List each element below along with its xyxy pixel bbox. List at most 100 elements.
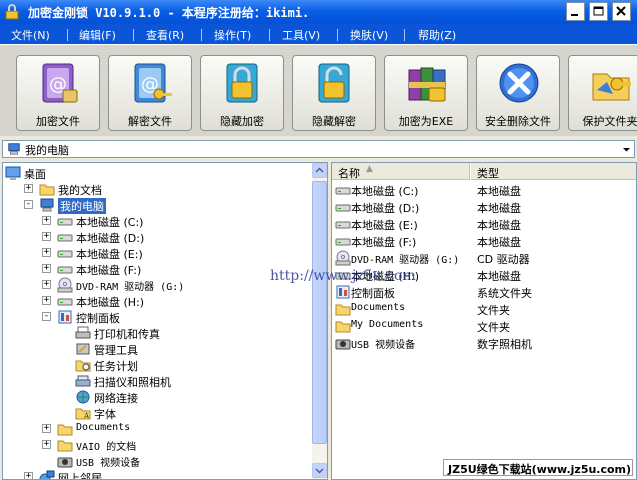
tree-item-label: Documents [76,422,131,433]
menu-separator [337,29,338,41]
list-item-name: 本地磁盘 (F:) [351,236,417,249]
list-item-type: 系统文件夹 [477,287,532,300]
address-dropdown-button[interactable] [619,141,634,157]
menu-action[interactable]: 操作(T) [214,27,251,43]
list-item-name: Documents [351,302,406,313]
list-item[interactable]: 本地磁盘 (D:) 本地磁盘 [332,199,636,215]
protect-folder-label: 保护文件夹 [582,115,637,128]
collapse-icon[interactable]: - [42,312,51,321]
chevron-up-icon [315,167,324,173]
menu-view[interactable]: 查看(R) [146,27,184,43]
menu-separator [67,29,68,41]
encrypt-exe-label: 加密为EXE [398,115,454,128]
list-item-type: 本地磁盘 [477,219,521,232]
expand-icon[interactable]: + [42,248,51,257]
toolbar: @ 加密文件 @ 解密文件 隐藏加密 隐藏解密 加密为EXE 安全删除文件 保护… [0,44,637,136]
column-header-type[interactable]: 类型 [471,163,636,180]
tree-item-label: 任务计划 [94,360,138,373]
encrypt-file-button[interactable]: @ 加密文件 [16,55,100,131]
tree-item-label: 本地磁盘 (D:) [76,232,145,245]
decrypt-file-label: 解密文件 [128,115,172,128]
column-type-label: 类型 [477,167,499,180]
control-panel-icon [336,285,350,299]
list-item[interactable]: My Documents 文件夹 [332,318,636,334]
list-item-type: 文件夹 [477,321,510,334]
drive-icon [335,187,351,195]
tree-item-label: 扫描仪和照相机 [94,376,171,389]
hide-decrypt-button[interactable]: 隐藏解密 [292,55,376,131]
list-item[interactable]: 本地磁盘 (C:) 本地磁盘 [332,182,636,198]
scroll-down-button[interactable] [312,463,327,478]
encrypt-file-label: 加密文件 [36,115,80,128]
scroll-up-button[interactable] [312,163,327,178]
tree-item-label: 打印机和传真 [94,328,160,341]
close-button[interactable] [612,2,631,21]
desktop-icon [5,166,21,180]
close-icon [616,6,626,16]
decrypt-file-icon: @ [134,63,172,103]
hide-encrypt-label: 隐藏加密 [220,115,264,128]
drive-icon [335,221,351,229]
scanner-icon [75,375,91,387]
tree-item-label: 本地磁盘 (H:) [76,296,145,309]
expand-icon[interactable]: + [42,216,51,225]
list-item[interactable]: USB 视频设备 数字照相机 [332,335,636,351]
menu-skin[interactable]: 换肤(V) [350,27,388,43]
list-item-name: 本地磁盘 (C:) [351,185,419,198]
list-item[interactable]: Documents 文件夹 [332,301,636,317]
menu-edit[interactable]: 编辑(F) [79,27,116,43]
expand-icon[interactable]: + [24,184,33,193]
menu-help[interactable]: 帮助(Z) [418,27,456,43]
maximize-button[interactable] [589,2,608,21]
collapse-icon[interactable]: - [24,200,33,209]
hide-encrypt-button[interactable]: 隐藏加密 [200,55,284,131]
expand-icon[interactable]: + [24,472,33,479]
expand-icon[interactable]: + [42,424,51,433]
list-item-type: 数字照相机 [477,338,532,351]
list-item-name: My Documents [351,319,424,330]
menu-file[interactable]: 文件(N) [11,27,50,43]
expand-icon[interactable]: + [42,296,51,305]
address-value: 我的电脑 [25,144,69,157]
tree-scrollbar[interactable] [312,163,327,479]
task-folder-icon [75,360,91,372]
network-places-icon [39,470,55,479]
list-item-type: 本地磁盘 [477,185,521,198]
watermark-url: http://www.jz5u.com [270,268,416,284]
list-item-type: 本地磁盘 [477,236,521,249]
drive-icon [335,204,351,212]
drive-icon [57,218,73,226]
list-item[interactable]: 本地磁盘 (E:) 本地磁盘 [332,216,636,232]
expand-icon[interactable]: + [42,440,51,449]
column-name-label: 名称 [338,167,360,180]
list-item[interactable]: 控制面板 系统文件夹 [332,284,636,300]
minimize-button[interactable] [566,2,585,21]
menu-separator [133,29,134,41]
secure-delete-label: 安全删除文件 [485,115,551,128]
drive-icon [57,298,73,306]
menu-tools[interactable]: 工具(V) [282,27,320,43]
folder-icon [335,304,351,316]
scroll-thumb[interactable] [312,181,327,444]
expand-icon[interactable]: + [42,280,51,289]
sort-arrow-icon: ▲ [366,164,373,174]
tree-item-label: 本地磁盘 (F:) [76,264,142,277]
list-item-name: USB 视频设备 [351,340,416,351]
menu-separator [269,29,270,41]
secure-delete-button[interactable]: 安全删除文件 [476,55,560,131]
expand-icon[interactable]: + [42,264,51,273]
tree-item-label: 本地磁盘 (C:) [76,216,144,229]
expand-icon[interactable]: + [42,232,51,241]
list-item-name: DVD-RAM 驱动器 (G:) [351,255,460,266]
list-item[interactable]: 本地磁盘 (F:) 本地磁盘 [332,233,636,249]
protect-folder-button[interactable]: 保护文件夹 [568,55,637,131]
column-header-name[interactable]: 名称 ▲ [332,163,470,180]
network-icon [76,390,90,404]
printer-icon [75,326,91,339]
folder-icon [57,440,73,452]
encrypt-exe-button[interactable]: 加密为EXE [384,55,468,131]
list-item[interactable]: DVD-RAM 驱动器 (G:) CD 驱动器 [332,250,636,266]
address-bar[interactable]: 我的电脑 [2,140,635,158]
dvd-icon [57,277,73,293]
decrypt-file-button[interactable]: @ 解密文件 [108,55,192,131]
